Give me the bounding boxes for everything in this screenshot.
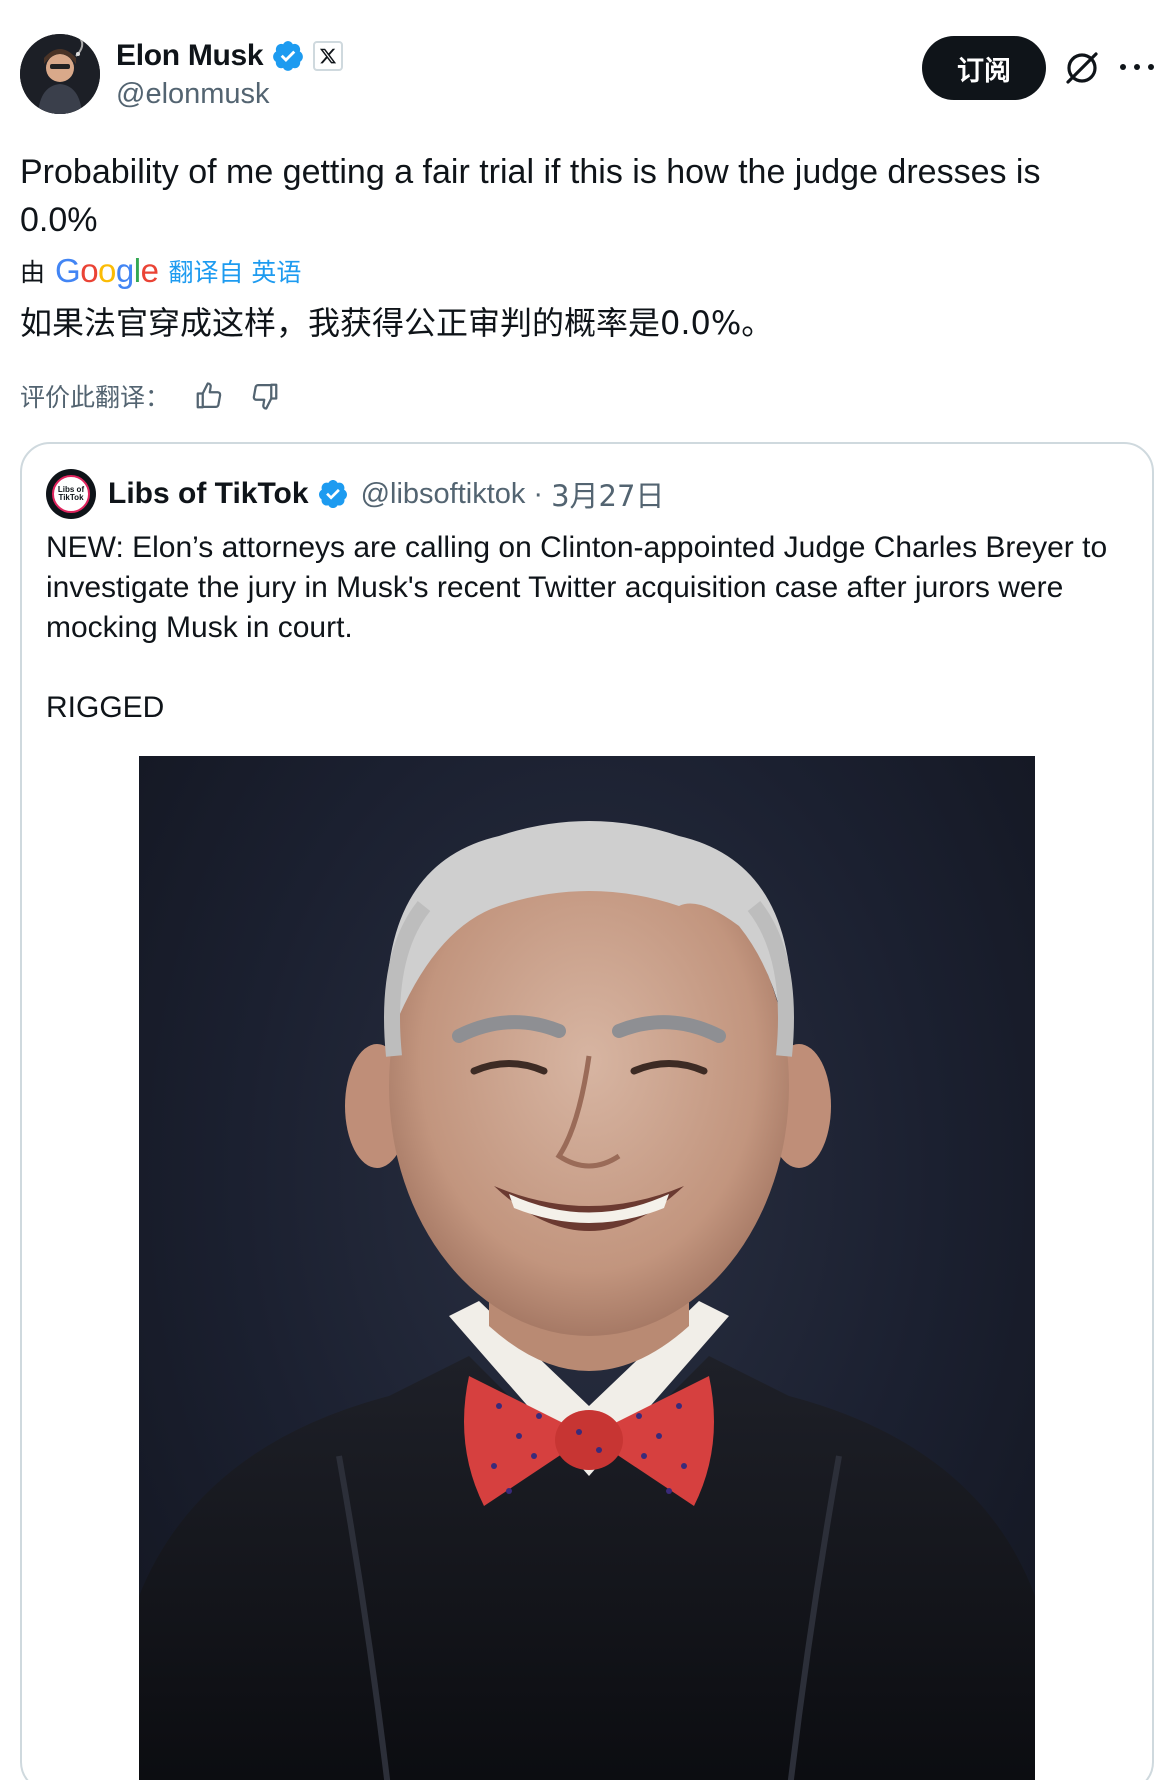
translation-source-link[interactable]: 翻译自 英语 <box>168 253 301 289</box>
quoted-verified-badge-icon <box>318 480 347 508</box>
rate-translation-row: 评价此翻译： <box>20 376 282 416</box>
google-logo: Google <box>55 252 159 289</box>
subscribe-button[interactable]: 订阅 <box>922 36 1046 100</box>
author-name-row: Elon Musk <box>116 36 344 76</box>
tweet-text-line-2: 0.0% <box>20 201 98 239</box>
quoted-author-handle[interactable]: @libsoftiktok <box>361 478 526 511</box>
translated-text: 如果法官穿成这样，我获得公正审判的概率是0.0%。 <box>20 304 774 342</box>
quoted-tweet-photo[interactable] <box>139 756 1035 1780</box>
quoted-tweet-date[interactable]: 3月27日 <box>551 473 664 515</box>
translation-attribution: 由 Google 翻译自 英语 <box>20 252 301 290</box>
x-logo-icon[interactable] <box>313 41 344 71</box>
quoted-author-avatar[interactable]: Libs of TikTok <box>46 469 96 519</box>
quoted-tweet-card[interactable]: Libs of TikTok Libs of TikTok @libsoftik… <box>20 442 1154 1780</box>
grok-icon[interactable] <box>1062 48 1102 88</box>
more-options-icon[interactable] <box>1120 52 1154 82</box>
tweet-page: Elon Musk @elonmusk 订阅 Probability of me… <box>0 0 1172 1780</box>
author-handle[interactable]: @elonmusk <box>116 78 270 111</box>
thumbs-up-icon[interactable] <box>192 379 226 413</box>
separator-dot: · <box>533 477 544 510</box>
avatar-image <box>20 34 100 114</box>
tweet-text: Probability of me getting a fair trial i… <box>20 148 1140 244</box>
thumbs-down-icon[interactable] <box>248 379 282 413</box>
quoted-tweet-text: NEW: Elon’s attorneys are calling on Cli… <box>46 528 1136 768</box>
quoted-tweet-paragraph-2: RIGGED <box>46 691 165 724</box>
rate-translation-label: 评价此翻译： <box>20 383 171 412</box>
verified-badge-icon[interactable] <box>271 39 305 73</box>
author-avatar[interactable] <box>20 34 100 114</box>
quoted-tweet-paragraph-1: NEW: Elon’s attorneys are calling on Cli… <box>46 531 1108 644</box>
translated-by-label: 由 <box>20 258 46 287</box>
tweet-text-line-1: Probability of me getting a fair trial i… <box>20 153 1041 191</box>
quoted-author-name[interactable]: Libs of TikTok <box>108 477 309 511</box>
judge-portrait-image <box>139 821 1035 1780</box>
quoted-avatar-logo: Libs of TikTok <box>52 475 90 513</box>
author-display-name[interactable]: Elon Musk <box>116 39 264 73</box>
quoted-tweet-header: Libs of TikTok Libs of TikTok @libsoftik… <box>46 468 664 520</box>
